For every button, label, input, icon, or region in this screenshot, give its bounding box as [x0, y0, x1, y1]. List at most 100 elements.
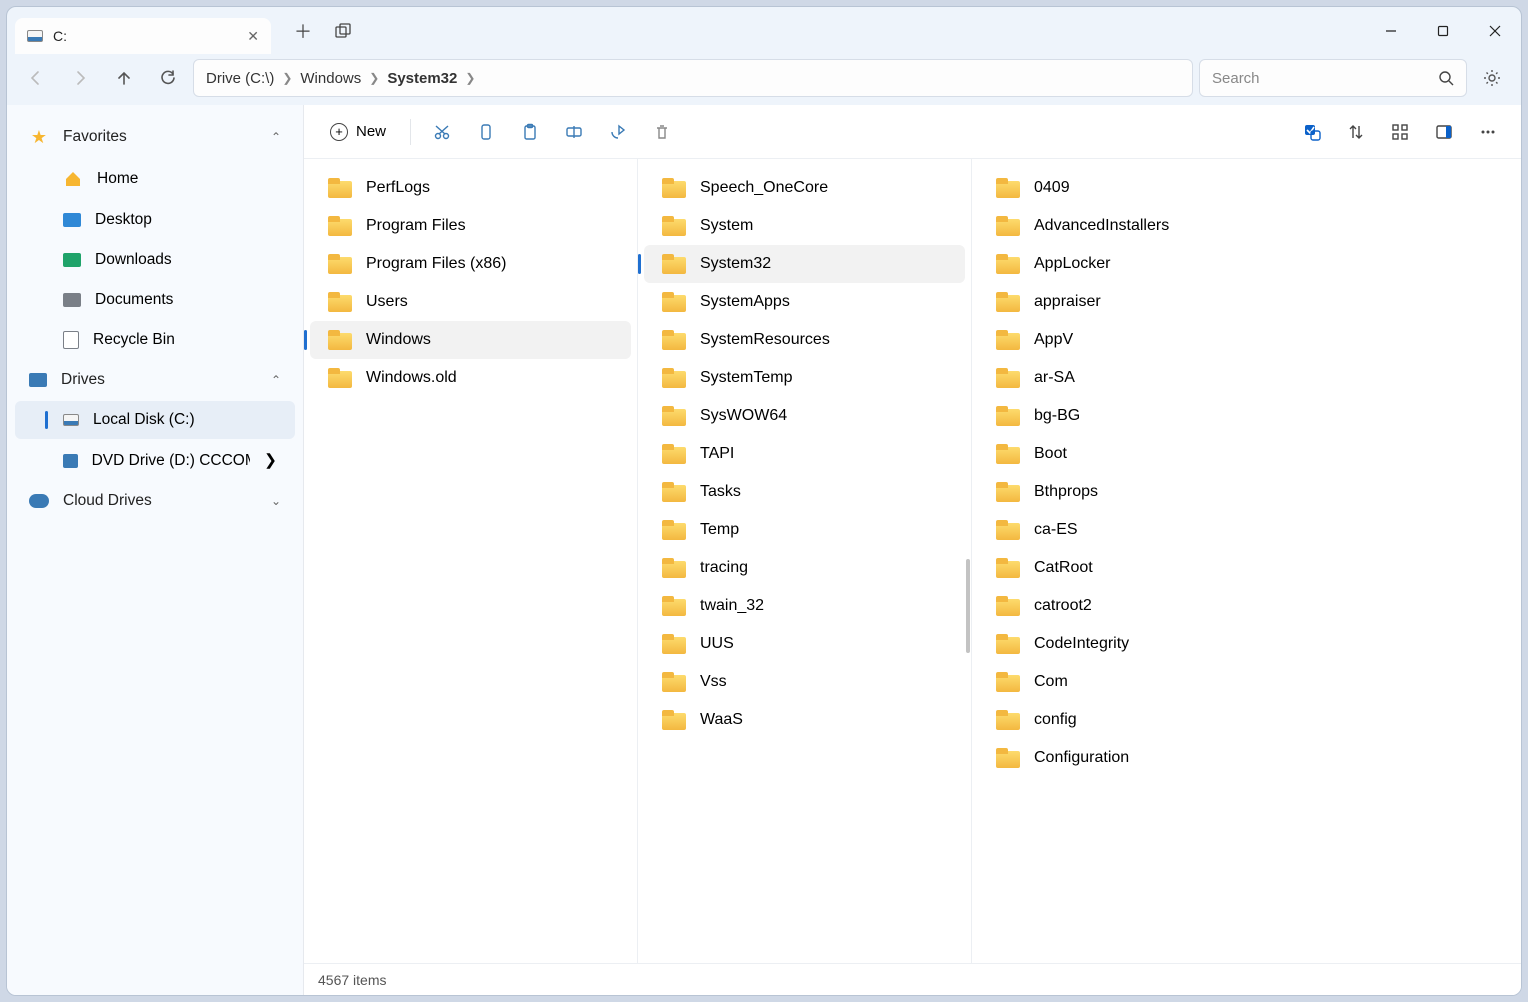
folder-item[interactable]: TAPI — [644, 435, 965, 473]
folder-label: CatRoot — [1034, 559, 1093, 577]
folder-item[interactable]: System — [644, 207, 965, 245]
folder-item[interactable]: PerfLogs — [310, 169, 631, 207]
folder-item[interactable]: tracing — [644, 549, 965, 587]
folder-item[interactable]: ar-SA — [978, 359, 1515, 397]
refresh-button[interactable] — [149, 59, 187, 97]
folder-item[interactable]: AppV — [978, 321, 1515, 359]
sidebar-item-home[interactable]: Home — [15, 159, 295, 199]
folder-item[interactable]: bg-BG — [978, 397, 1515, 435]
back-button[interactable] — [17, 59, 55, 97]
folder-item[interactable]: ca-ES — [978, 511, 1515, 549]
folder-item[interactable]: System32 — [644, 245, 965, 283]
sidebar-item-label: Documents — [95, 291, 173, 309]
share-button[interactable] — [599, 113, 637, 151]
folder-item[interactable]: Users — [310, 283, 631, 321]
folder-label: System — [700, 217, 753, 235]
folder-item[interactable]: AppLocker — [978, 245, 1515, 283]
select-mode-button[interactable] — [1293, 113, 1331, 151]
folder-icon — [996, 330, 1020, 350]
folder-item[interactable]: Boot — [978, 435, 1515, 473]
rename-button[interactable] — [555, 113, 593, 151]
folder-item[interactable]: twain_32 — [644, 587, 965, 625]
folder-item[interactable]: appraiser — [978, 283, 1515, 321]
folder-item[interactable]: config — [978, 701, 1515, 739]
address-bar[interactable]: Drive (C:\) ❯ Windows ❯ System32 ❯ — [193, 59, 1193, 97]
folder-icon — [662, 710, 686, 730]
drive-icon — [27, 30, 43, 42]
folder-icon — [662, 596, 686, 616]
folder-icon — [996, 672, 1020, 692]
folder-label: AdvancedInstallers — [1034, 217, 1169, 235]
new-button[interactable]: + New — [318, 117, 398, 147]
scrollbar[interactable] — [966, 559, 970, 653]
sidebar-item-desktop[interactable]: Desktop — [15, 201, 295, 239]
breadcrumb-1[interactable]: Windows — [300, 70, 361, 87]
multi-window-button[interactable] — [335, 23, 371, 39]
folder-item[interactable]: Temp — [644, 511, 965, 549]
folder-item[interactable]: AdvancedInstallers — [978, 207, 1515, 245]
folder-item[interactable]: Com — [978, 663, 1515, 701]
up-button[interactable] — [105, 59, 143, 97]
sidebar-item-label: Downloads — [95, 251, 172, 269]
more-button[interactable] — [1469, 113, 1507, 151]
close-window-button[interactable] — [1469, 7, 1521, 55]
sidebar-item-label: Local Disk (C:) — [93, 411, 195, 429]
folder-item[interactable]: SystemResources — [644, 321, 965, 359]
folder-icon — [996, 748, 1020, 768]
folder-item[interactable]: 0409 — [978, 169, 1515, 207]
search-input[interactable]: Search — [1199, 59, 1467, 97]
folder-item[interactable]: Tasks — [644, 473, 965, 511]
details-pane-button[interactable] — [1425, 113, 1463, 151]
delete-button[interactable] — [643, 113, 681, 151]
sidebar-cloud-header[interactable]: Cloud Drives ⌄ — [11, 482, 299, 520]
sidebar-item-dvd-drive[interactable]: DVD Drive (D:) CCCOMA_X ❯ — [15, 441, 295, 480]
cut-button[interactable] — [423, 113, 461, 151]
folder-icon — [662, 216, 686, 236]
folder-label: Speech_OneCore — [700, 179, 828, 197]
folder-label: config — [1034, 711, 1077, 729]
toolbar-right — [1293, 113, 1507, 151]
folder-item[interactable]: Vss — [644, 663, 965, 701]
folder-item[interactable]: SysWOW64 — [644, 397, 965, 435]
folder-item[interactable]: WaaS — [644, 701, 965, 739]
folder-item[interactable]: catroot2 — [978, 587, 1515, 625]
maximize-button[interactable] — [1417, 7, 1469, 55]
folder-item[interactable]: Program Files — [310, 207, 631, 245]
paste-button[interactable] — [511, 113, 549, 151]
breadcrumb-2[interactable]: System32 — [387, 70, 457, 87]
sidebar-item-documents[interactable]: Documents — [15, 281, 295, 319]
sidebar-drives-header[interactable]: Drives ⌃ — [11, 361, 299, 399]
folder-item[interactable]: Windows — [310, 321, 631, 359]
folder-item[interactable]: UUS — [644, 625, 965, 663]
folder-item[interactable]: SystemApps — [644, 283, 965, 321]
folder-label: Users — [366, 293, 408, 311]
breadcrumb-0[interactable]: Drive (C:\) — [206, 70, 274, 87]
view-button[interactable] — [1381, 113, 1419, 151]
sort-button[interactable] — [1337, 113, 1375, 151]
new-tab-button[interactable]: ＋ — [285, 18, 321, 44]
tab[interactable]: C: ✕ — [15, 18, 271, 54]
folder-label: Bthprops — [1034, 483, 1098, 501]
sidebar-item-downloads[interactable]: Downloads — [15, 241, 295, 279]
sidebar-favorites-header[interactable]: ★ Favorites ⌃ — [11, 117, 299, 157]
folder-item[interactable]: SystemTemp — [644, 359, 965, 397]
folder-item[interactable]: Configuration — [978, 739, 1515, 777]
copy-button[interactable] — [467, 113, 505, 151]
dvd-icon — [63, 454, 78, 468]
search-icon — [1438, 70, 1454, 86]
chevron-down-icon: ⌄ — [271, 494, 281, 508]
folder-label: Windows.old — [366, 369, 457, 387]
sidebar-item-recycle-bin[interactable]: Recycle Bin — [15, 321, 295, 359]
folder-item[interactable]: Program Files (x86) — [310, 245, 631, 283]
folder-item[interactable]: CodeIntegrity — [978, 625, 1515, 663]
folder-item[interactable]: Speech_OneCore — [644, 169, 965, 207]
folder-item[interactable]: Windows.old — [310, 359, 631, 397]
forward-button[interactable] — [61, 59, 99, 97]
folder-label: ar-SA — [1034, 369, 1075, 387]
folder-item[interactable]: CatRoot — [978, 549, 1515, 587]
folder-item[interactable]: Bthprops — [978, 473, 1515, 511]
settings-button[interactable] — [1473, 59, 1511, 97]
tab-close-icon[interactable]: ✕ — [247, 28, 259, 45]
minimize-button[interactable] — [1365, 7, 1417, 55]
sidebar-item-local-disk-c[interactable]: Local Disk (C:) — [15, 401, 295, 439]
